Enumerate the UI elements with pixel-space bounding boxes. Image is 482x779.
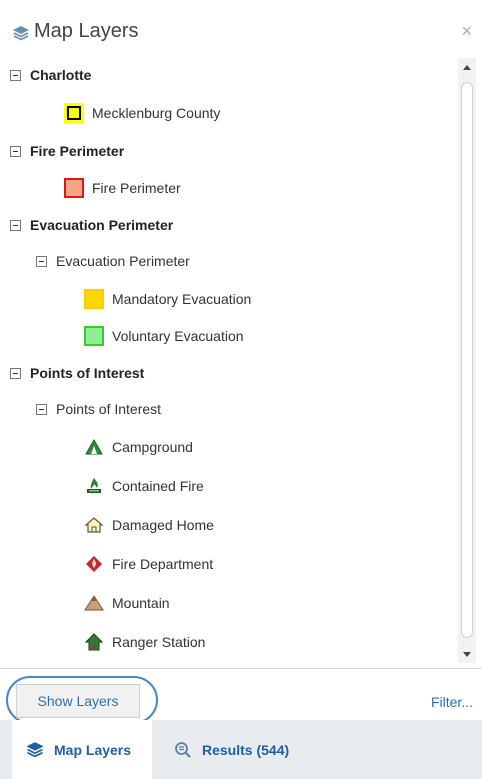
legend-item-label: Voluntary Evacuation <box>112 328 244 344</box>
mountain-icon <box>84 593 104 613</box>
layer-tree: Charlotte Mecklenburg County Fire Perime… <box>0 58 458 660</box>
legend-item-label: Fire Perimeter <box>92 180 181 196</box>
legend-item-mandatory-evacuation: Mandatory Evacuation <box>84 284 251 314</box>
legend-item-label: Ranger Station <box>112 634 206 650</box>
close-icon[interactable]: × <box>461 22 472 40</box>
scroll-down-arrow-icon[interactable] <box>458 645 476 663</box>
scrollbar-thumb[interactable] <box>461 82 473 638</box>
vertical-scrollbar[interactable] <box>458 58 476 663</box>
show-layers-button[interactable]: Show Layers <box>16 684 140 718</box>
fire-department-icon <box>84 554 104 574</box>
legend-item-campground: Campground <box>84 432 193 462</box>
legend-item-label: Mecklenburg County <box>92 105 221 121</box>
layer-group-label: Evacuation Perimeter <box>30 217 174 233</box>
layer-subgroup-evacuation-perimeter[interactable]: Evacuation Perimeter <box>36 246 190 276</box>
collapse-toggle-icon[interactable] <box>36 403 47 415</box>
legend-item-contained-fire: Contained Fire <box>84 471 204 501</box>
tab-map-layers[interactable]: Map Layers <box>12 720 152 779</box>
voluntary-evacuation-swatch-icon <box>84 326 104 346</box>
layer-group-label: Points of Interest <box>30 365 145 381</box>
layer-subgroup-points-of-interest[interactable]: Points of Interest <box>36 394 161 424</box>
collapse-toggle-icon[interactable] <box>10 69 21 81</box>
fire-perimeter-swatch-icon <box>64 178 84 198</box>
legend-item-voluntary-evacuation: Voluntary Evacuation <box>84 321 244 351</box>
legend-item-label: Fire Department <box>112 556 214 572</box>
panel-title: Map Layers <box>34 20 139 42</box>
collapse-toggle-icon[interactable] <box>36 255 47 267</box>
layer-group-fire-perimeter[interactable]: Fire Perimeter <box>10 136 124 166</box>
collapse-toggle-icon[interactable] <box>10 145 21 157</box>
legend-item-label: Campground <box>112 439 193 455</box>
layer-group-charlotte[interactable]: Charlotte <box>10 60 91 90</box>
layer-subgroup-label: Evacuation Perimeter <box>56 253 190 269</box>
search-results-icon <box>172 741 194 759</box>
layer-subgroup-label: Points of Interest <box>56 401 162 417</box>
tab-label: Results (544) <box>202 741 290 758</box>
layer-group-label: Fire Perimeter <box>30 143 125 159</box>
legend-item-fire-perimeter: Fire Perimeter <box>64 173 181 203</box>
panel-footer: Show Layers Filter... <box>0 668 482 724</box>
ranger-station-icon <box>84 632 104 652</box>
layers-icon <box>13 26 29 41</box>
county-swatch-icon <box>64 103 84 123</box>
legend-item-label: Mandatory Evacuation <box>112 291 252 307</box>
legend-item-label: Mountain <box>112 595 170 611</box>
filter-link[interactable]: Filter... <box>431 694 473 710</box>
tab-results[interactable]: Results (544) <box>172 720 289 779</box>
mandatory-evacuation-swatch-icon <box>84 289 104 309</box>
legend-item-fire-department: Fire Department <box>84 549 213 579</box>
panel-header: Map Layers × <box>0 0 482 58</box>
layer-group-points-of-interest[interactable]: Points of Interest <box>10 358 144 388</box>
collapse-toggle-icon[interactable] <box>10 367 21 379</box>
legend-item-mountain: Mountain <box>84 588 170 618</box>
tab-label: Map Layers <box>54 741 132 758</box>
layer-group-evacuation-perimeter[interactable]: Evacuation Perimeter <box>10 210 173 240</box>
contained-fire-icon <box>84 476 104 496</box>
scroll-up-arrow-icon[interactable] <box>458 58 476 76</box>
layers-icon <box>24 741 46 759</box>
legend-item-damaged-home: Damaged Home <box>84 510 214 540</box>
legend-item-label: Damaged Home <box>112 517 214 533</box>
damaged-home-icon <box>84 515 104 535</box>
campground-icon <box>84 437 104 457</box>
legend-item-ranger-station: Ranger Station <box>84 627 205 657</box>
bottom-tab-bar: Map Layers Results (544) <box>0 720 482 779</box>
legend-item-label: Contained Fire <box>112 478 204 494</box>
legend-item-mecklenburg-county: Mecklenburg County <box>64 98 220 128</box>
layer-group-label: Charlotte <box>30 67 92 83</box>
map-layers-panel: Map Layers × Charlotte Mecklenburg Count… <box>0 0 482 779</box>
collapse-toggle-icon[interactable] <box>10 219 21 231</box>
